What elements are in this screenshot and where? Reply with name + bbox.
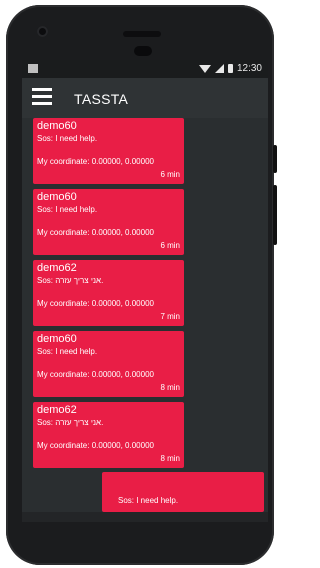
- app-bar: TASSTA: [22, 78, 268, 118]
- message-text: Sos: אני צריך עזרה.: [37, 418, 104, 427]
- earpiece: [134, 46, 152, 56]
- message-text: Sos: אני צריך עזרה.: [37, 276, 104, 285]
- message-coordinate: My coordinate: 0.00000, 0.00000: [37, 228, 154, 237]
- message-feed[interactable]: demo60 Sos: I need help. My coordinate: …: [22, 118, 268, 512]
- bottom-bar: [22, 512, 268, 522]
- message-text: Sos: I need help.: [37, 347, 98, 356]
- status-time: 12:30: [236, 63, 262, 74]
- message-coordinate: My coordinate: 0.00000, 0.00000: [37, 370, 154, 379]
- message-sender: demo62: [37, 262, 77, 274]
- message-card[interactable]: demo62 Sos: אני צריך עזרה. My coordinate…: [33, 260, 184, 326]
- battery-icon: [227, 64, 233, 73]
- message-text: Sos: I need help.: [37, 134, 98, 143]
- message-age: 8 min: [160, 454, 180, 463]
- message-coordinate: My coordinate: 0.00000, 0.00000: [37, 441, 154, 450]
- message-age: 6 min: [160, 170, 180, 179]
- power-button: [273, 185, 277, 245]
- message-card[interactable]: demo60 Sos: I need help. My coordinate: …: [33, 331, 184, 397]
- speaker-grille: [123, 31, 161, 37]
- menu-icon[interactable]: [32, 88, 52, 106]
- front-camera: [37, 26, 48, 37]
- message-sender: demo60: [37, 333, 77, 345]
- volume-button: [273, 145, 277, 173]
- signal-icon: [214, 64, 224, 73]
- message-text: Sos: I need help.: [37, 205, 98, 214]
- message-card[interactable]: demo60 Sos: I need help. My coordinate: …: [33, 118, 184, 184]
- wifi-icon: [198, 64, 211, 73]
- message-card[interactable]: demo60 Sos: I need help. My coordinate: …: [33, 189, 184, 255]
- status-bar: 12:30: [22, 60, 268, 78]
- message-age: 7 min: [160, 312, 180, 321]
- app-title: TASSTA: [74, 91, 129, 107]
- screen: 12:30 TASSTA demo60 Sos: I need help. My…: [22, 60, 268, 512]
- message-age: 6 min: [160, 241, 180, 250]
- message-sender: demo60: [37, 191, 77, 203]
- status-icons: 12:30: [198, 63, 262, 74]
- outgoing-message[interactable]: Sos: I need help.: [102, 472, 264, 512]
- message-sender: demo62: [37, 404, 77, 416]
- message-coordinate: My coordinate: 0.00000, 0.00000: [37, 299, 154, 308]
- message-card[interactable]: demo62 Sos: אני צריך עזרה. My coordinate…: [33, 402, 184, 468]
- message-age: 8 min: [160, 383, 180, 392]
- phone-frame: 12:30 TASSTA demo60 Sos: I need help. My…: [6, 5, 277, 565]
- message-sender: demo60: [37, 120, 77, 132]
- notification-icon: [28, 64, 38, 73]
- message-coordinate: My coordinate: 0.00000, 0.00000: [37, 157, 154, 166]
